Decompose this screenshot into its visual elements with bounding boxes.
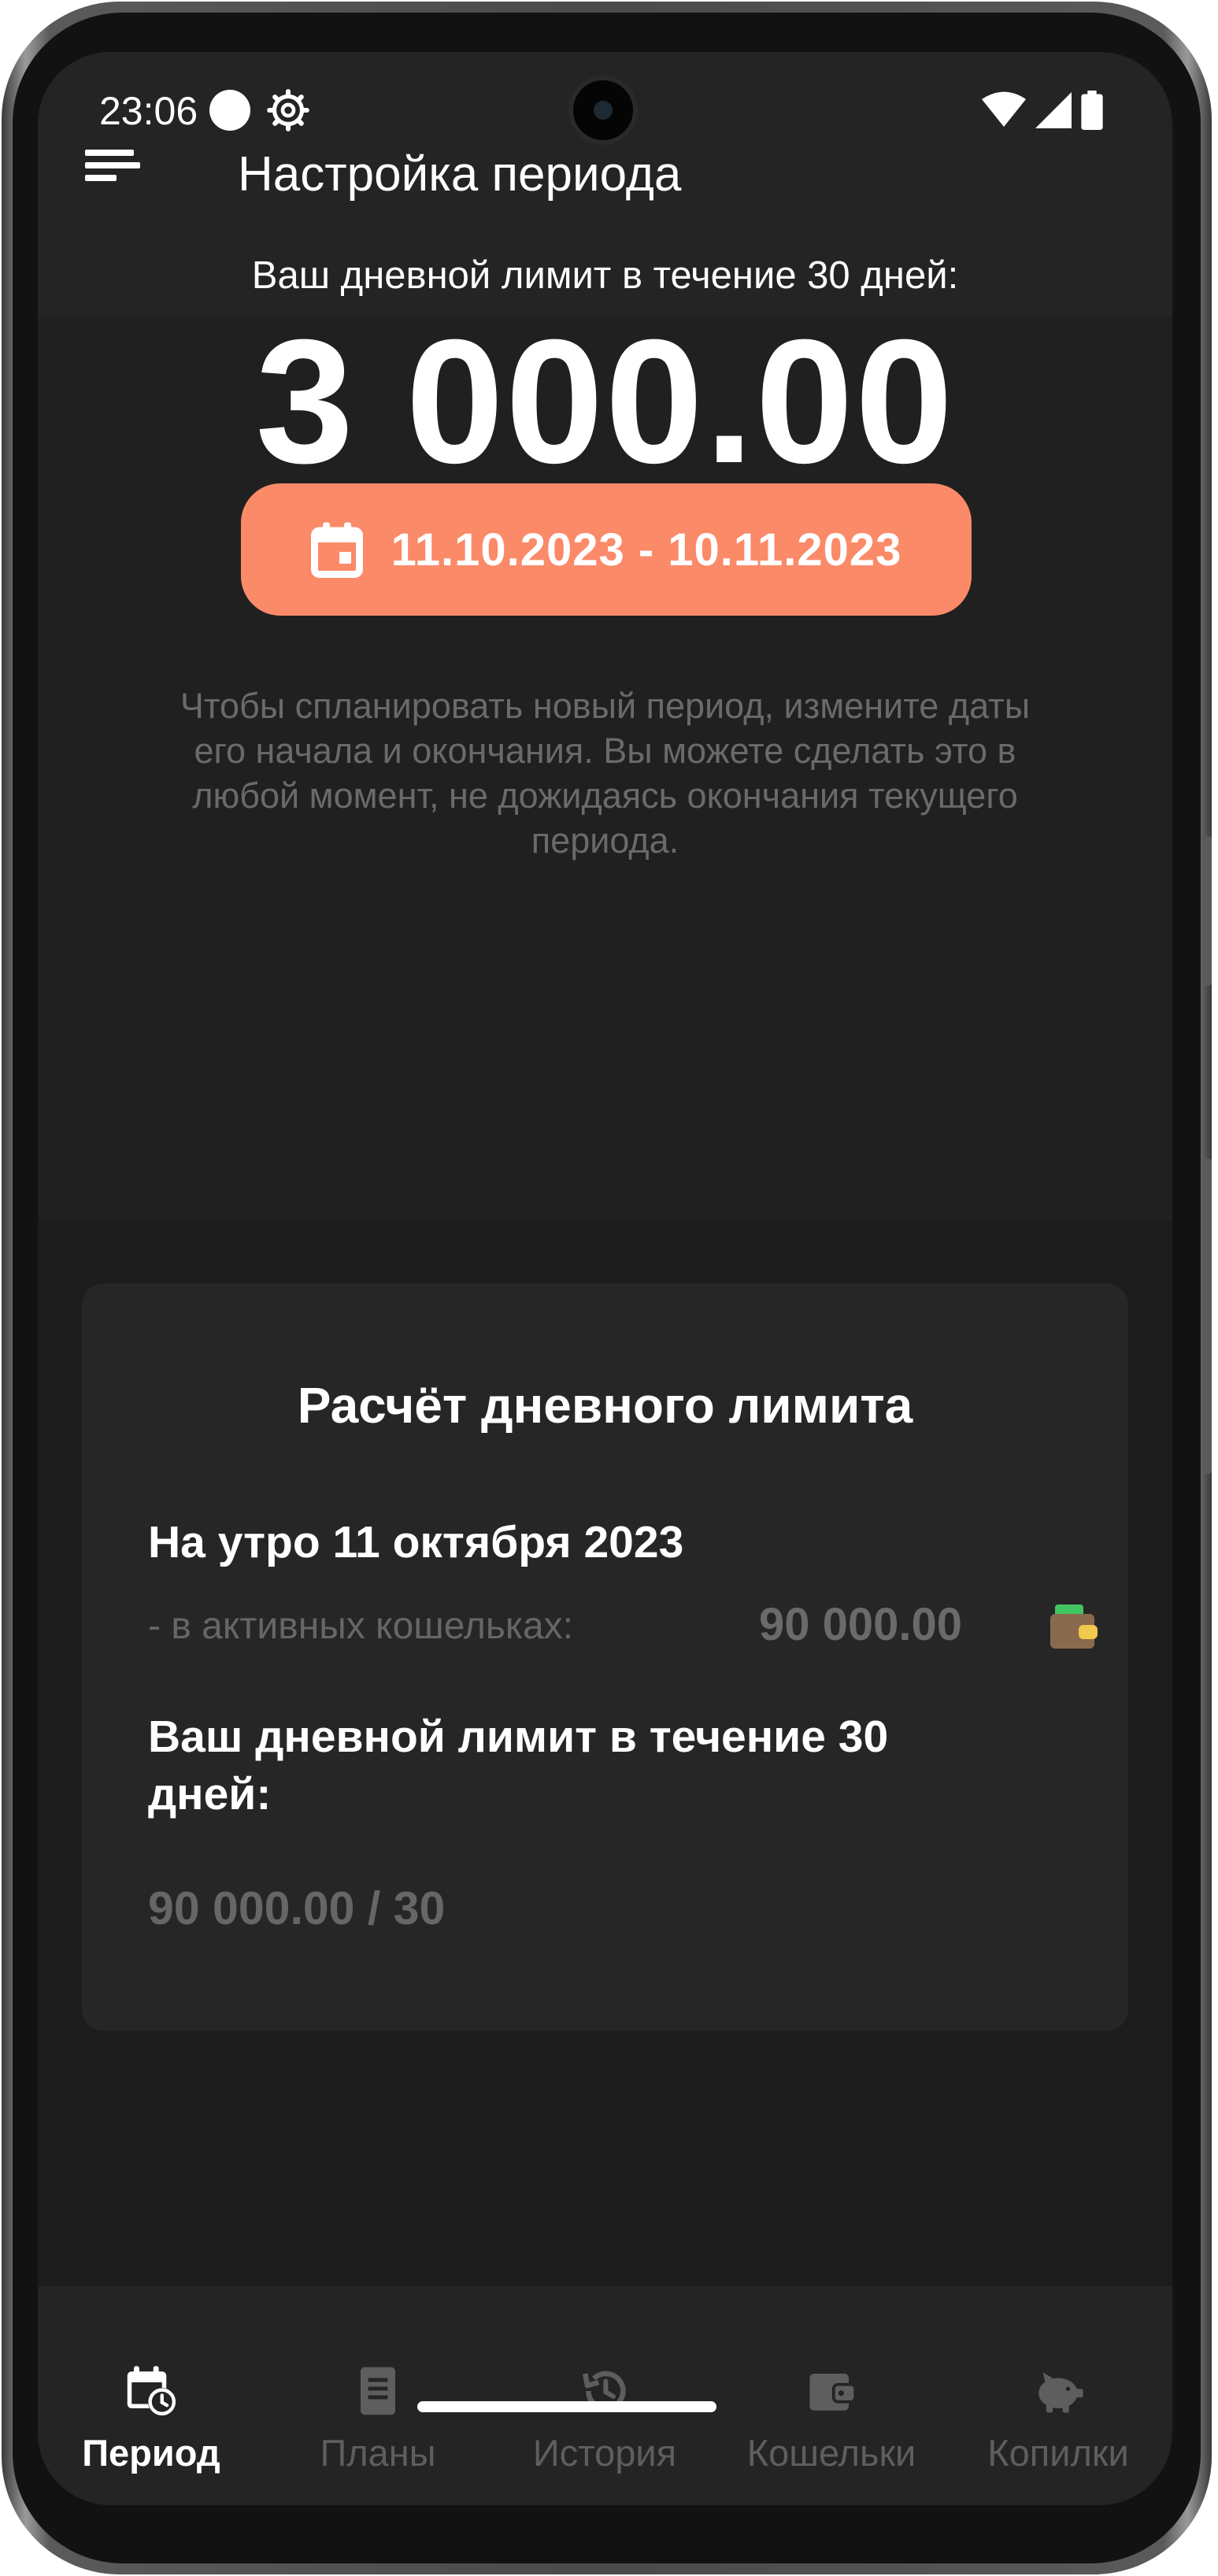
period-dates-label: 11.10.2023 - 10.11.2023 [391, 524, 902, 576]
active-wallets-label: - в активных кошельках: [148, 1605, 573, 1647]
nav-label-period: Период [82, 2432, 220, 2474]
piggy-bank-icon [1038, 2372, 1083, 2413]
nav-label-wallets: Кошельки [746, 2432, 916, 2474]
nav-item-history[interactable]: История [491, 2365, 718, 2505]
side-button [1202, 836, 1212, 986]
document-icon [361, 2367, 395, 2415]
page-title: Настройка периода [238, 147, 682, 202]
cellular-signal-icon [1035, 92, 1072, 128]
wifi-icon [982, 91, 1026, 127]
status-time: 23:06 [99, 89, 198, 133]
bottom-navigation: Период Планы История Кошельки Копилки [38, 2286, 1172, 2505]
menu-icon[interactable] [85, 150, 140, 192]
side-button [1202, 1159, 1212, 1474]
nav-item-wallets[interactable]: Кошельки [718, 2365, 945, 2505]
calculation-formula: 90 000.00 / 30 [148, 1882, 446, 1934]
battery-icon [1081, 91, 1103, 130]
calendar-icon [310, 522, 363, 578]
limit-caption: Ваш дневной лимит в течение 30 дней: [251, 254, 959, 297]
nav-item-period[interactable]: Период [38, 2365, 265, 2505]
nav-label-history: История [532, 2432, 677, 2474]
nav-item-plans[interactable]: Планы [265, 2365, 491, 2505]
period-summary: Ваш дневной лимит в течение 30 дней: 3 0… [38, 254, 1172, 1221]
wallet-icon [809, 2374, 857, 2411]
active-wallets-value: 90 000.00 [759, 1599, 963, 1650]
limit-calculation-card: Расчёт дневного лимита На утро 11 октябр… [82, 1283, 1128, 2031]
circle-notification-icon [209, 90, 250, 131]
wallet-icon [1050, 1604, 1098, 1649]
nav-label-piggy-banks: Копилки [987, 2432, 1129, 2474]
status-icons [982, 88, 1103, 132]
calendar-clock-icon [127, 2366, 176, 2416]
calculation-limit-label: Ваш дневной лимит в течение 30 дней: [148, 1712, 889, 1819]
nav-label-plans: Планы [320, 2432, 436, 2474]
nav-item-piggy-banks[interactable]: Копилки [945, 2365, 1172, 2505]
screen: 23:06 Настройка периода Ваш дневной лими… [38, 52, 1172, 2505]
period-dates-button[interactable]: 11.10.2023 - 10.11.2023 [241, 483, 972, 616]
period-hint: Чтобы спланировать новый период, изменит… [180, 686, 1031, 861]
daily-limit-value: 3 000.00 [255, 303, 955, 500]
front-camera [568, 76, 638, 145]
calculation-date: На утро 11 октября 2023 [148, 1517, 684, 1567]
gear-icon [267, 89, 309, 131]
calculation-title: Расчёт дневного лимита [297, 1377, 913, 1434]
home-indicator[interactable] [417, 2401, 716, 2412]
